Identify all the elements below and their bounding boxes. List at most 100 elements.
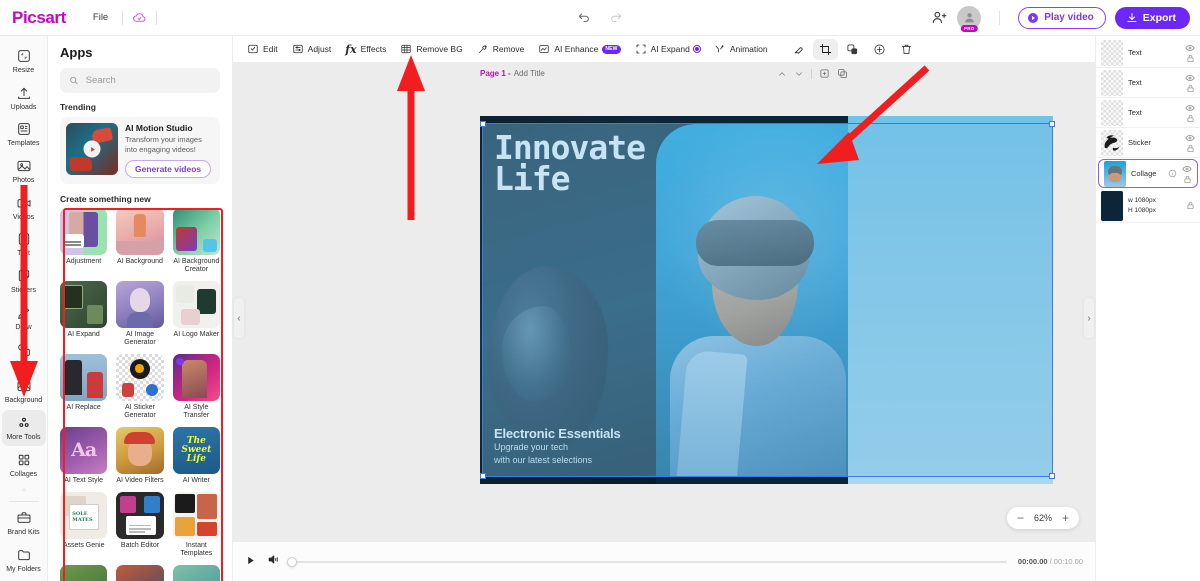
app-card-ai-background[interactable]: AI Background <box>116 207 164 275</box>
app-card-ai-image-generator[interactable]: AI Image Generator <box>116 280 164 348</box>
sidebar-item-videos[interactable]: Videos <box>2 190 46 226</box>
layer-row-text-2[interactable]: Text <box>1096 68 1200 98</box>
eye-icon[interactable] <box>1185 103 1195 113</box>
toolbar-effects[interactable]: fx Effects <box>339 39 392 60</box>
zoom-minus-icon[interactable]: − <box>1017 512 1024 524</box>
sidebar-item-partial[interactable] <box>2 483 46 496</box>
timeline-playhead[interactable] <box>287 556 297 567</box>
sidebar-item-draw[interactable]: Draw <box>2 300 46 336</box>
chevron-down-icon[interactable] <box>794 69 804 79</box>
collapse-right-panel-button[interactable] <box>1084 298 1094 338</box>
toolbar-flip-rotate[interactable] <box>867 39 892 60</box>
cloud-check-icon[interactable] <box>132 10 147 25</box>
toolbar-edit[interactable]: Edit <box>241 39 284 59</box>
layer-row-text-3[interactable]: Text <box>1096 98 1200 128</box>
avatar[interactable]: PRO <box>957 5 982 32</box>
add-page-icon[interactable] <box>819 68 830 79</box>
sidebar-item-brand-kits[interactable]: Brand Kits <box>2 505 46 541</box>
trending-card-ai-motion-studio[interactable]: AI Motion Studio Transform your images i… <box>60 117 220 184</box>
app-card-next-row-2[interactable] <box>116 564 164 581</box>
app-card-ai-text-style[interactable]: Aa AI Text Style <box>60 426 108 486</box>
eye-icon[interactable] <box>1182 164 1192 174</box>
layer-row-text-1[interactable]: Text <box>1096 38 1200 68</box>
zoom-plus-icon[interactable]: + <box>1062 512 1069 524</box>
sidebar-item-collages[interactable]: Collages <box>2 447 46 483</box>
page-title-input[interactable]: Add Title <box>514 69 545 78</box>
layer-row-sticker[interactable]: Sticker <box>1096 128 1200 158</box>
file-menu-button[interactable]: File <box>88 9 113 26</box>
layer-row-collage[interactable]: Collage <box>1098 159 1198 188</box>
sidebar-item-background[interactable]: Background <box>2 373 46 409</box>
lock-icon[interactable] <box>1186 114 1195 123</box>
app-card-ai-background-creator[interactable]: AI Background Creator <box>172 207 220 275</box>
sidebar-item-uploads[interactable]: Uploads <box>2 80 46 116</box>
app-card-ai-expand[interactable]: AI Expand <box>60 280 108 348</box>
sidebar-item-more-tools[interactable]: More Tools <box>1 409 46 446</box>
lock-icon[interactable] <box>1186 54 1195 63</box>
app-thumbnail <box>116 426 164 474</box>
eye-icon[interactable] <box>1185 133 1195 143</box>
app-thumbnail <box>116 491 164 539</box>
sidebar-item-templates[interactable]: Templates <box>2 116 46 152</box>
duplicate-page-icon[interactable] <box>837 68 848 79</box>
app-card-ai-sticker-generator[interactable]: AI Sticker Generator <box>116 353 164 421</box>
search-input[interactable] <box>85 75 211 86</box>
sidebar-item-my-folders[interactable]: My Folders <box>2 542 46 578</box>
lock-icon[interactable] <box>1183 175 1192 184</box>
undo-icon[interactable] <box>577 11 591 25</box>
timeline-scrubber[interactable] <box>287 556 1007 567</box>
app-card-ai-video-filters[interactable]: AI Video Filters <box>116 426 164 486</box>
eye-icon[interactable] <box>1185 43 1195 53</box>
app-card-ai-writer[interactable]: The Sweet Life AI Writer <box>172 426 220 486</box>
lock-icon[interactable] <box>1186 84 1195 93</box>
app-label: AI Image Generator <box>124 330 156 347</box>
app-card-instant-templates[interactable]: Instant Templates <box>172 491 220 559</box>
app-card-ai-replace[interactable]: AI Replace <box>60 353 108 421</box>
generate-videos-button[interactable]: Generate videos <box>125 159 212 178</box>
app-card-adjustment[interactable]: Adjustment <box>60 207 108 275</box>
toolbar-delete[interactable] <box>894 39 919 60</box>
eye-icon[interactable] <box>1185 73 1195 83</box>
sidebar-item-label: Photos <box>12 177 35 185</box>
sidebar-item-stickers[interactable]: Stickers <box>2 263 46 299</box>
play-icon[interactable] <box>245 553 256 571</box>
app-card-next-row-1[interactable] <box>60 564 108 581</box>
invite-user-icon[interactable] <box>931 9 948 26</box>
toolbar-eraser[interactable] <box>786 39 811 60</box>
toolbar-remove[interactable]: Remove <box>471 39 531 59</box>
info-icon[interactable] <box>1168 169 1177 178</box>
export-button[interactable]: Export <box>1114 6 1190 29</box>
toolbar-remove-bg[interactable]: Remove BG <box>394 39 468 59</box>
play-video-button[interactable]: Play video <box>1018 6 1106 29</box>
sidebar-item-resize[interactable]: Resize <box>2 43 46 79</box>
layer-row-background[interactable]: w 1080px H 1080px <box>1096 189 1200 223</box>
sidebar-item-shapes[interactable]: Shapes <box>2 337 46 373</box>
picsart-logo[interactable]: Picsart <box>12 8 66 28</box>
flip-rotate-icon <box>874 43 885 55</box>
toolbar-ai-enhance[interactable]: AI Enhance NEW <box>532 39 626 59</box>
toolbar-duplicate[interactable] <box>840 39 865 60</box>
app-card-batch-editor[interactable]: Batch Editor <box>116 491 164 559</box>
sidebar-item-label: Templates <box>7 140 40 148</box>
toolbar-adjust[interactable]: Adjust <box>286 39 338 59</box>
lock-icon[interactable] <box>1186 201 1195 210</box>
collapse-left-panel-button[interactable] <box>234 298 244 338</box>
lock-icon[interactable] <box>1186 144 1195 153</box>
volume-icon[interactable] <box>267 553 280 571</box>
redo-icon[interactable] <box>609 11 623 25</box>
app-card-next-row-3[interactable] <box>172 564 220 581</box>
canvas-stage[interactable]: Page 1 - Add Title Innovate Life Electro… <box>233 63 1095 541</box>
chevron-up-icon[interactable] <box>777 69 787 79</box>
artboard-headline[interactable]: Innovate Life <box>494 131 646 196</box>
app-card-assets-genie[interactable]: SOLE MATES Assets Genie <box>60 491 108 559</box>
artboard-footer-text[interactable]: Electronic Essentials Upgrade your tech … <box>494 426 621 466</box>
toolbar-animation[interactable]: Animation <box>708 39 774 59</box>
app-card-ai-style-transfer[interactable]: AI Style Transfer <box>172 353 220 421</box>
sidebar-item-photos[interactable]: Photos <box>2 153 46 189</box>
toolbar-ai-expand[interactable]: AI Expand <box>629 39 706 59</box>
sidebar-item-text[interactable]: Text <box>2 226 46 262</box>
toolbar-crop[interactable] <box>812 38 838 60</box>
apps-search-box[interactable] <box>60 68 220 93</box>
app-card-ai-logo-maker[interactable]: AI Logo Maker <box>172 280 220 348</box>
artboard[interactable]: Innovate Life Electronic Essentials Upgr… <box>480 116 848 484</box>
